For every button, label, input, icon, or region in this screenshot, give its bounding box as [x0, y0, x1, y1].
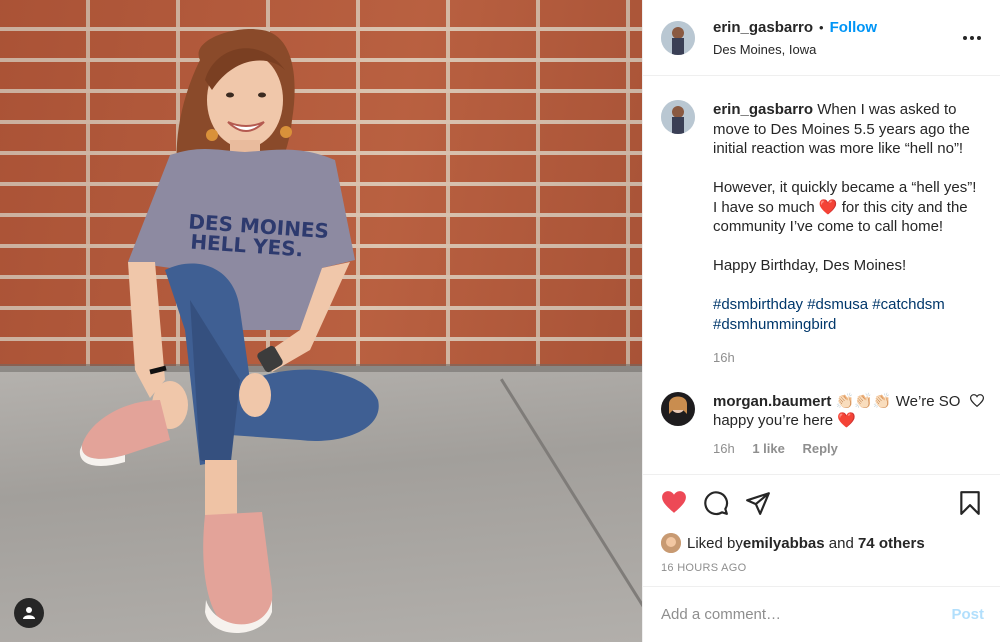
- paper-plane-icon[interactable]: [745, 490, 771, 516]
- hashtag-link[interactable]: #catchdsm: [872, 296, 945, 313]
- comments-section: erin_gasbarro When I was asked to move t…: [643, 76, 1000, 474]
- post-side-panel: erin_gasbarro • Follow Des Moines, Iowa …: [642, 0, 1000, 642]
- caption-avatar[interactable]: [661, 100, 695, 134]
- add-comment-input[interactable]: [661, 606, 952, 623]
- heart-emoji: ❤️: [818, 198, 838, 216]
- hashtag-link[interactable]: #dsmusa: [807, 296, 868, 313]
- bookmark-icon[interactable]: [958, 490, 984, 516]
- woman-sitting-illustration: DES MOINES HELL YES.: [79, 29, 379, 633]
- likes-others[interactable]: 74 others: [858, 535, 925, 552]
- separator-dot: •: [819, 19, 824, 35]
- more-options-icon[interactable]: [960, 35, 984, 40]
- post-timestamp[interactable]: 16 HOURS AGO: [643, 556, 1000, 586]
- comment-bubble-icon[interactable]: [703, 490, 729, 516]
- comment-likes[interactable]: 1 like: [752, 441, 785, 456]
- hashtags: #dsmbirthday #dsmusa #catchdsm #dsmhummi…: [713, 295, 984, 334]
- post-photo[interactable]: DES MOINES HELL YES.: [0, 0, 642, 642]
- user-tag-icon[interactable]: [14, 598, 44, 628]
- likes-summary: Liked by emilyabbas and 74 others: [643, 530, 1000, 556]
- reply-button[interactable]: Reply: [802, 441, 837, 456]
- likes-middle: and: [824, 534, 858, 552]
- heart-emoji: ❤️: [837, 412, 856, 429]
- action-bar: [643, 474, 1000, 530]
- comment-time[interactable]: 16h: [713, 441, 735, 456]
- author-username[interactable]: erin_gasbarro: [713, 19, 813, 36]
- caption: erin_gasbarro When I was asked to move t…: [661, 100, 984, 368]
- liker-avatar[interactable]: [661, 533, 681, 553]
- add-comment-bar: Post: [643, 586, 1000, 642]
- post-location[interactable]: Des Moines, Iowa: [713, 42, 960, 57]
- heart-outline-icon[interactable]: [969, 393, 985, 459]
- comment-item: morgan.baumert 👏🏻👏🏻👏🏻 We’re SO happy you…: [661, 391, 985, 459]
- commenter-avatar[interactable]: [661, 391, 695, 426]
- post-comment-button[interactable]: Post: [951, 606, 984, 623]
- hashtag-link[interactable]: #dsmbirthday: [713, 296, 803, 313]
- hashtag-link[interactable]: #dsmhummingbird: [713, 316, 836, 333]
- caption-time[interactable]: 16h: [713, 350, 735, 365]
- post-header: erin_gasbarro • Follow Des Moines, Iowa: [643, 0, 1000, 76]
- follow-button[interactable]: Follow: [830, 19, 878, 36]
- clap-emoji: 👏🏻👏🏻👏🏻: [835, 392, 892, 410]
- caption-username[interactable]: erin_gasbarro: [713, 101, 813, 118]
- instagram-post: DES MOINES HELL YES. erin_gasbarro • Fol…: [0, 0, 1000, 642]
- liker-username[interactable]: emilyabbas: [743, 535, 825, 552]
- caption-text-3: Happy Birthday, Des Moines!: [713, 257, 907, 274]
- commenter-username[interactable]: morgan.baumert: [713, 393, 831, 410]
- likes-prefix: Liked by: [687, 534, 743, 552]
- author-avatar[interactable]: [661, 20, 695, 55]
- heart-filled-icon[interactable]: [661, 490, 687, 516]
